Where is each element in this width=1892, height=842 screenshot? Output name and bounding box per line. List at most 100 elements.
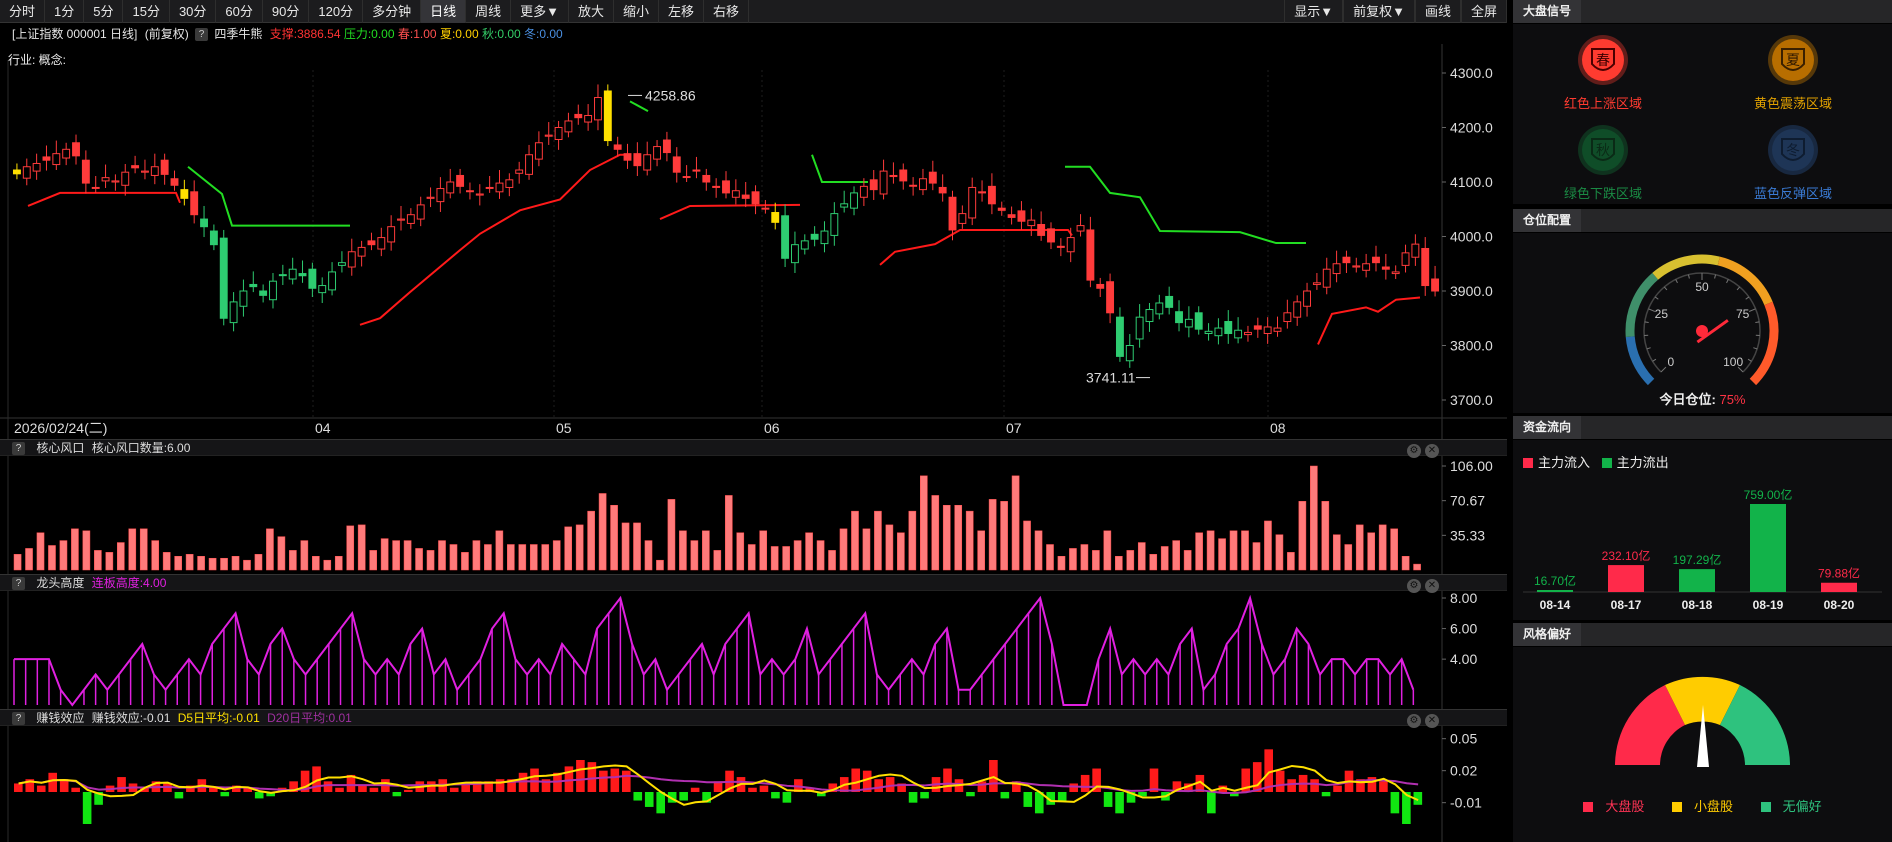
money-bar [644,792,654,807]
money-panel-title: ? 赚钱效应 赚钱效应:-0.01 D5日平均:-0.01 D20日平均:0.0… [0,709,1507,728]
core-bar [48,545,56,571]
core-bar [1195,532,1203,571]
money-bar [1333,785,1342,792]
price-tick-label: 3800.0 [1450,338,1493,354]
candle-body [692,169,701,172]
position-label: 今日仓位: [1659,392,1716,407]
money-bar [174,792,184,799]
candle-body [387,226,396,243]
help-icon[interactable]: ? [12,577,25,591]
core-bar [679,530,687,571]
low-price-label: 3741.11 [1086,370,1136,386]
capital-flow-header: 资金流向 [1513,416,1892,439]
instrument-label: [上证指数 000001 日线] [12,27,138,41]
gear-icon[interactable]: ⚙ [1407,714,1421,728]
period-tab-12[interactable]: 放大 [569,0,614,23]
date-label: 08 [1270,420,1286,436]
season-autumn[interactable]: 秋 绿色下跌区域 [1513,124,1693,202]
candle-body [702,174,711,183]
toolbar-right-button-1[interactable]: 前复权▼ [1343,0,1415,23]
gear-icon[interactable]: ⚙ [1407,579,1421,593]
period-tab-4[interactable]: 30分 [170,0,217,23]
core-bar [71,528,79,571]
candle-body [52,153,61,166]
candle-body [1007,214,1016,218]
core-bar [128,528,137,571]
period-tab-5[interactable]: 60分 [216,0,263,23]
toolbar-right-button-3[interactable]: 全屏 [1460,0,1507,23]
flow-date-label: 08-20 [1824,598,1855,612]
core-bar [415,548,423,571]
core-tick-label: 70.67 [1450,493,1485,509]
gauge-minor-tick [1755,321,1760,324]
period-tab-9[interactable]: 日线 [421,0,467,23]
resist-line-3 [811,154,868,183]
candle-body [209,230,218,246]
candle-body [574,113,583,119]
period-tab-11[interactable]: 更多▼ [511,0,569,23]
money-bar [1287,779,1296,792]
core-bar [438,540,446,571]
season-summer[interactable]: 夏 黄色震荡区域 [1703,34,1883,112]
period-tab-14[interactable]: 左移 [659,0,705,23]
period-tab-15[interactable]: 右移 [704,0,750,23]
toolbar-right-button-2[interactable]: 画线 [1414,0,1461,23]
candle-body [72,142,80,157]
help-icon[interactable]: ? [12,442,25,456]
close-icon[interactable]: ✕ [1425,444,1439,458]
season-spring[interactable]: 春 红色上涨区域 [1513,34,1693,112]
candle-body [416,204,425,220]
money-bar [1321,792,1331,797]
date-label: 2026/02/24(二) [14,420,107,436]
gauge-minor-tick [1663,286,1668,291]
candle-body [475,193,484,196]
period-tab-0[interactable]: 分时 [0,0,46,23]
money-bar [71,787,80,792]
period-tab-2[interactable]: 5分 [84,0,124,23]
gauge-minor-tick [1736,286,1741,291]
period-tab-10[interactable]: 周线 [466,0,512,23]
money-bar [1103,792,1113,807]
candle-body [426,196,435,199]
small-cap-label: 小盘股 [1693,799,1733,814]
candle-body [978,191,987,194]
candle-body [741,194,750,199]
money-bar [392,792,402,797]
candle-body [682,176,691,179]
price-tick-label: 3900.0 [1450,283,1493,299]
period-tab-8[interactable]: 多分钟 [363,0,422,23]
help-icon[interactable]: ? [195,28,209,42]
close-icon[interactable]: ✕ [1425,579,1439,593]
large-cap-swatch [1583,802,1594,812]
candle-body [968,186,977,219]
price-tick-label: 4300.0 [1450,65,1493,81]
candle-body [919,178,927,191]
period-tab-6[interactable]: 90分 [263,0,310,23]
candle-body [1273,327,1282,332]
money-bar [748,787,757,792]
money-bar [782,792,792,803]
period-tab-3[interactable]: 15分 [123,0,170,23]
core-bar [621,522,630,571]
period-tab-1[interactable]: 1分 [45,0,85,23]
flow-bar [1608,565,1644,592]
period-tab-13[interactable]: 缩小 [614,0,660,23]
candle-body [810,233,819,240]
toolbar-right-button-0[interactable]: 显示▼ [1284,0,1344,23]
period-tab-7[interactable]: 120分 [309,0,364,23]
date-label: 06 [764,420,780,436]
money-bar [1000,792,1010,799]
close-icon[interactable]: ✕ [1425,714,1439,728]
help-icon[interactable]: ? [12,712,25,726]
small-cap-swatch [1671,802,1682,812]
support-line-2 [359,153,630,326]
candle-body [111,180,120,183]
candle-body [131,165,140,169]
season-winter[interactable]: 冬 蓝色反弹区域 [1703,124,1883,202]
candle-body [180,189,189,199]
gauge-minor-tick [1644,321,1649,324]
gear-icon[interactable]: ⚙ [1407,444,1421,458]
core-bar [323,559,332,571]
candle-body [1431,278,1440,292]
core-bar [1413,563,1421,571]
